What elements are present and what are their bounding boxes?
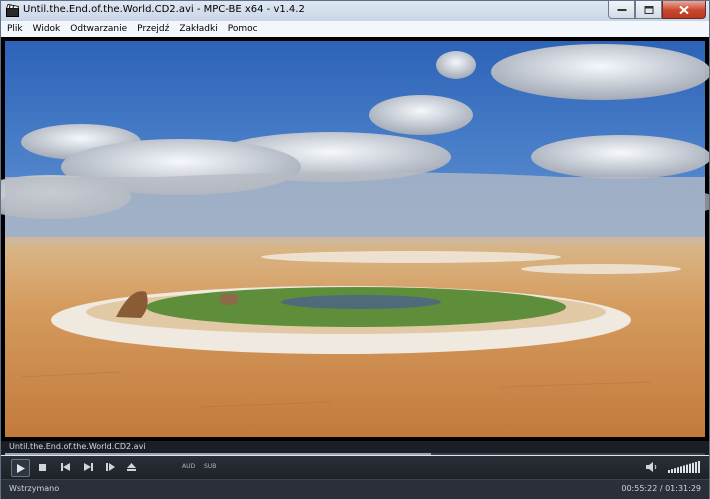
close-button[interactable] (662, 1, 706, 19)
menu-navigate[interactable]: Przejdź (133, 21, 173, 37)
film-clapper-icon (6, 4, 19, 17)
frame-step-icon (106, 463, 115, 471)
seek-bar[interactable] (5, 453, 705, 455)
audio-track-button[interactable]: AUD (182, 463, 195, 470)
minimize-icon (617, 8, 626, 11)
minimize-button[interactable] (608, 1, 635, 19)
stop-button[interactable] (34, 459, 51, 475)
stop-icon (39, 463, 46, 471)
maximize-button[interactable] (635, 1, 662, 19)
maximize-icon (644, 5, 653, 14)
menu-favorites[interactable]: Zakładki (175, 21, 221, 37)
media-player-window: Until.the.End.of.the.World.CD2.avi - MPC… (0, 0, 710, 499)
volume-slider[interactable] (668, 461, 700, 473)
video-frame[interactable] (1, 37, 709, 441)
close-icon (679, 5, 689, 14)
control-bar: AUD SUB (1, 456, 709, 479)
frame-step-button[interactable] (102, 459, 119, 475)
previous-button[interactable] (57, 459, 74, 475)
eject-button[interactable] (123, 459, 140, 475)
volume-bar (680, 466, 682, 473)
playback-status: Wstrzymano (9, 484, 60, 493)
menu-view[interactable]: Widok (29, 21, 65, 37)
menu-file[interactable]: Plik (3, 21, 27, 37)
volume-bar (692, 462, 694, 473)
seek-progress (5, 453, 431, 455)
speaker-icon[interactable] (646, 462, 657, 472)
skip-forward-icon (84, 463, 93, 471)
menu-bar: Plik Widok Odtwarzanie Przejdź Zakładki … (1, 21, 709, 37)
window-title: Until.the.End.of.the.World.CD2.avi - MPC… (23, 4, 305, 15)
menu-help[interactable]: Pomoc (224, 21, 262, 37)
title-bar[interactable]: Until.the.End.of.the.World.CD2.avi - MPC… (1, 1, 709, 21)
filename-label: Until.the.End.of.the.World.CD2.avi (9, 442, 146, 451)
volume-bar (671, 469, 673, 473)
eject-icon (127, 463, 136, 471)
volume-bar (686, 464, 688, 473)
status-bar: Wstrzymano 00:55:22 / 01:31:29 (1, 479, 709, 499)
volume-bar (698, 461, 700, 473)
volume-bar (668, 470, 670, 473)
volume-bar (695, 461, 697, 473)
next-button[interactable] (80, 459, 97, 475)
volume-bar (689, 463, 691, 473)
time-display: 00:55:22 / 01:31:29 (621, 484, 701, 493)
desert-oasis-scene (1, 37, 709, 441)
subtitle-track-button[interactable]: SUB (204, 463, 216, 470)
menu-play[interactable]: Odtwarzanie (66, 21, 131, 37)
skip-back-icon (61, 463, 70, 471)
volume-bar (683, 465, 685, 473)
play-icon (16, 463, 25, 473)
volume-bar (677, 467, 679, 473)
play-button[interactable] (11, 459, 30, 477)
volume-bar (674, 468, 676, 473)
